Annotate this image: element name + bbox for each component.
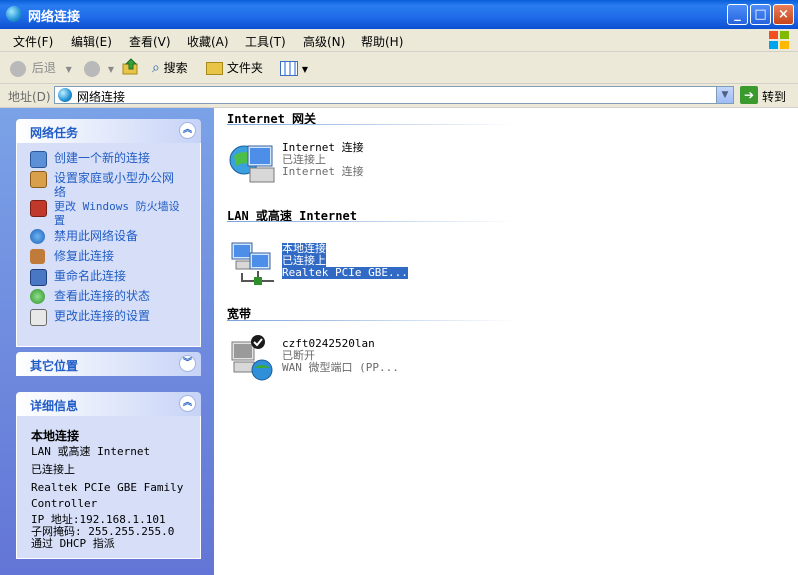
- address-bar: 地址(D) 网络连接 ▼ ➔ 转到: [0, 84, 798, 108]
- window-title: 网络连接: [28, 10, 81, 25]
- views-dropdown-icon[interactable]: ▼: [302, 65, 308, 74]
- forward-arrow-icon: [84, 60, 100, 77]
- address-value: 网络连接: [77, 90, 126, 104]
- menu-edit[interactable]: 编辑(E): [71, 33, 112, 50]
- task-pane: 网络任务 ︽ 创建一个新的连接 设置家庭或小型办公网络 更改 Windows 防…: [0, 108, 214, 575]
- firewall-icon: [30, 200, 47, 217]
- details-type: LAN 或高速 Internet: [31, 445, 151, 458]
- search-label: 搜索: [163, 61, 188, 75]
- task-label: 创建一个新的连接: [54, 151, 151, 165]
- connection-internet-gateway[interactable]: Internet 连接 已连接上 Internet 连接: [228, 138, 588, 194]
- task-disable-device[interactable]: 禁用此网络设备: [17, 227, 200, 247]
- forward-dropdown-icon[interactable]: ▼: [108, 65, 114, 74]
- collapse-chevron-icon[interactable]: ︽: [179, 122, 196, 139]
- details-dhcp: 通过 DHCP 指派: [31, 537, 115, 550]
- menu-favorites[interactable]: 收藏(A): [187, 33, 229, 50]
- expand-chevron-icon[interactable]: ︾: [179, 355, 196, 372]
- collapse-chevron-icon[interactable]: ︽: [179, 395, 196, 412]
- broadband-connection-icon: [231, 335, 273, 381]
- forward-button[interactable]: ▼: [84, 58, 114, 78]
- task-label: 查看此连接的状态: [54, 289, 151, 303]
- toolbar: 后退 ▼ ▼ ⌕ 搜索 文件夹 ▼: [0, 52, 798, 84]
- repair-wrench-icon: [30, 249, 45, 264]
- network-globe-icon: [6, 6, 22, 22]
- group-divider: [227, 320, 517, 321]
- windows-logo-icon: [769, 31, 789, 49]
- status-icon: [30, 289, 45, 304]
- back-button[interactable]: 后退 ▼: [10, 58, 72, 78]
- details-panel: 详细信息 ︽ 本地连接 LAN 或高速 Internet 已连接上 Realte…: [16, 392, 201, 559]
- group-divider: [227, 124, 517, 125]
- internet-gateway-icon: [229, 145, 275, 183]
- minimize-button[interactable]: _: [727, 4, 748, 25]
- disable-network-icon: [30, 229, 45, 244]
- new-connection-icon: [30, 151, 47, 168]
- task-label: 修复此连接: [54, 249, 115, 263]
- connection-local-area[interactable]: 本地连接 已连接上 Realtek PCIe GBE...: [228, 239, 588, 295]
- connection-detail: Internet 连接: [282, 165, 364, 178]
- folders-label: 文件夹: [226, 61, 263, 75]
- task-label: 更改此连接的设置: [54, 309, 151, 323]
- details-device: Realtek PCIe GBE Family Controller: [31, 481, 184, 510]
- go-label: 转到: [762, 90, 787, 104]
- network-globe-icon: [58, 88, 72, 102]
- menu-help[interactable]: 帮助(H): [361, 33, 403, 50]
- details-status: 已连接上: [31, 463, 75, 476]
- task-label: 设置家庭或小型办公网络: [54, 171, 175, 199]
- task-create-connection[interactable]: 创建一个新的连接: [17, 149, 200, 169]
- close-button[interactable]: ×: [773, 4, 794, 25]
- address-label: 地址(D): [8, 90, 51, 104]
- home-network-icon: [30, 171, 47, 188]
- task-setup-home-network[interactable]: 设置家庭或小型办公网络: [17, 169, 200, 199]
- back-label: 后退: [31, 61, 56, 75]
- maximize-button[interactable]: □: [750, 4, 771, 25]
- connection-detail: WAN 微型端口 (PP...: [282, 361, 399, 374]
- up-folder-icon: [122, 58, 138, 75]
- folder-icon: [206, 62, 223, 75]
- connection-detail: Realtek PCIe GBE...: [282, 266, 408, 279]
- menu-advanced[interactable]: 高级(N): [303, 33, 345, 50]
- network-tasks-title: 网络任务: [30, 126, 79, 140]
- connection-broadband[interactable]: czft0242520lan 已断开 WAN 微型端口 (PP...: [228, 334, 588, 390]
- up-folder-button[interactable]: [122, 58, 140, 78]
- search-button[interactable]: ⌕ 搜索: [152, 58, 188, 78]
- connections-list: Internet 网关 Internet 连接 已连接上 Internet 连接…: [214, 108, 798, 575]
- other-places-title: 其它位置: [30, 359, 79, 373]
- views-icon: [280, 61, 298, 76]
- back-dropdown-icon[interactable]: ▼: [66, 65, 72, 74]
- search-icon: ⌕: [152, 60, 160, 76]
- task-view-status[interactable]: 查看此连接的状态: [17, 287, 200, 307]
- network-tasks-header[interactable]: 网络任务 ︽: [16, 119, 201, 143]
- rename-icon: [30, 269, 47, 286]
- address-dropdown-icon[interactable]: ▼: [716, 87, 733, 103]
- go-button[interactable]: ➔ 转到: [740, 86, 794, 104]
- details-header[interactable]: 详细信息 ︽: [16, 392, 201, 416]
- group-divider: [227, 221, 517, 222]
- task-change-settings[interactable]: 更改此连接的设置: [17, 307, 200, 327]
- task-label: 禁用此网络设备: [54, 229, 139, 243]
- menu-file[interactable]: 文件(F): [13, 33, 53, 50]
- task-rename-connection[interactable]: 重命名此连接: [17, 267, 200, 287]
- folders-button[interactable]: 文件夹: [206, 58, 263, 78]
- other-places-panel: 其它位置 ︾: [16, 352, 201, 376]
- task-label: 重命名此连接: [54, 269, 127, 283]
- other-places-header[interactable]: 其它位置 ︾: [16, 352, 201, 376]
- lan-connection-icon: [231, 242, 274, 285]
- network-tasks-panel: 网络任务 ︽ 创建一个新的连接 设置家庭或小型办公网络 更改 Windows 防…: [16, 119, 201, 347]
- task-label: 更改 Windows 防火墙设置: [54, 200, 180, 227]
- window: 网络连接 _ □ × 文件(F) 编辑(E) 查看(V) 收藏(A) 工具(T)…: [0, 0, 798, 575]
- details-title: 详细信息: [30, 399, 79, 413]
- go-arrow-icon: ➔: [740, 86, 758, 104]
- back-arrow-icon: [10, 60, 26, 77]
- task-firewall-settings[interactable]: 更改 Windows 防火墙设置: [17, 198, 200, 227]
- settings-check-icon: [30, 309, 47, 326]
- task-repair-connection[interactable]: 修复此连接: [17, 247, 200, 267]
- details-name: 本地连接: [31, 429, 80, 443]
- menu-view[interactable]: 查看(V): [129, 33, 171, 50]
- title-bar[interactable]: 网络连接 _ □ ×: [0, 0, 798, 29]
- address-input[interactable]: 网络连接 ▼: [54, 86, 734, 104]
- views-button[interactable]: ▼: [280, 58, 308, 78]
- menu-tools[interactable]: 工具(T): [245, 33, 286, 50]
- menu-bar: 文件(F) 编辑(E) 查看(V) 收藏(A) 工具(T) 高级(N) 帮助(H…: [0, 29, 798, 52]
